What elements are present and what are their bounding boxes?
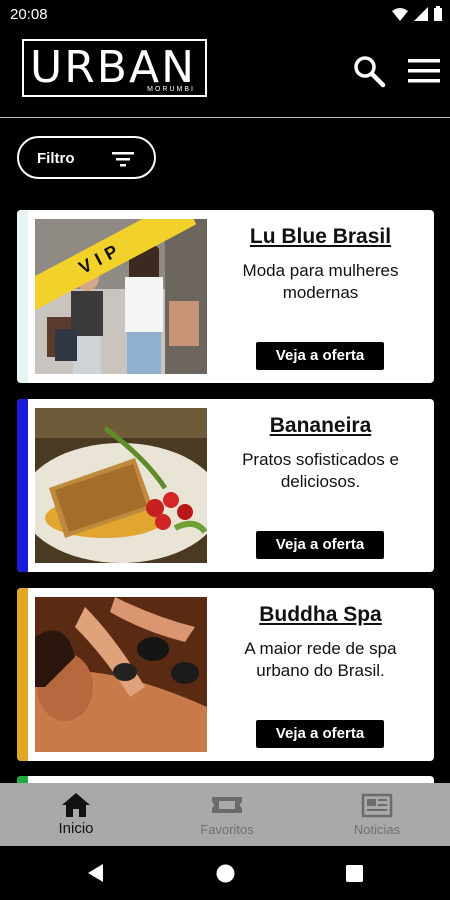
status-icons [392,6,442,21]
nav-label: Inicio [58,820,94,837]
filter-icon [112,152,134,167]
ticket-icon [212,797,242,813]
view-offer-button[interactable]: Veja a oferta [256,342,384,370]
offer-card-buddha-spa[interactable]: Buddha Spa A maior rede de spa urbano do… [17,588,434,761]
filter-label: Filtro [37,150,75,167]
card-description: Pratos sofisticados e deliciosos. [242,450,399,491]
card-description: A maior rede de spa urbano do Brasil. [244,639,397,680]
fish-dish-photo [35,408,207,563]
logo-subtext: MORUMBI [147,86,195,93]
card-title[interactable]: Lu Blue Brasil [207,225,434,249]
nav-label: Noticias [353,822,401,837]
card-accent [17,399,28,572]
spa-massage-photo [35,597,207,752]
home-icon [62,793,90,817]
header-divider [0,117,450,118]
nav-item-favoritos[interactable]: Favoritos [152,783,302,846]
newspaper-icon [361,793,393,818]
nav-item-noticias[interactable]: Noticias [302,783,450,846]
card-description: Moda para mulheres modernas [242,261,399,302]
card-title[interactable]: Buddha Spa [207,603,434,627]
search-icon [354,56,386,88]
search-button[interactable] [352,54,386,88]
view-offer-button[interactable]: Veja a oferta [256,531,384,559]
system-nav-bar [0,846,450,900]
card-accent [17,210,28,383]
back-icon[interactable] [86,863,104,883]
shopping-women-photo: VIP [35,219,207,374]
status-bar: 20:08 [0,0,450,30]
offer-card-lu-blue-brasil[interactable]: VIP Lu Blue Brasil Moda para mulheres mo… [17,210,434,383]
status-time: 20:08 [10,6,48,23]
logo[interactable]: URBAN MORUMBI [22,39,207,97]
signal-icon [414,6,428,21]
offer-card-bananeira[interactable]: Bananeira Pratos sofisticados e delicios… [17,399,434,572]
home-circle-icon[interactable] [216,864,235,883]
view-offer-button[interactable]: Veja a oferta [256,720,384,748]
recents-icon[interactable] [346,865,363,882]
card-accent [17,588,28,761]
wifi-icon [392,7,408,21]
filter-button[interactable]: Filtro [17,136,156,179]
nav-label: Favoritos [200,822,254,837]
nav-item-inicio[interactable]: Inicio [1,783,151,846]
bottom-nav: Inicio Favoritos Noticias [0,783,450,846]
menu-button[interactable] [406,56,442,86]
card-title[interactable]: Bananeira [207,414,434,438]
menu-icon [408,59,440,83]
app-header: URBAN MORUMBI [0,30,450,118]
battery-icon [434,6,442,21]
